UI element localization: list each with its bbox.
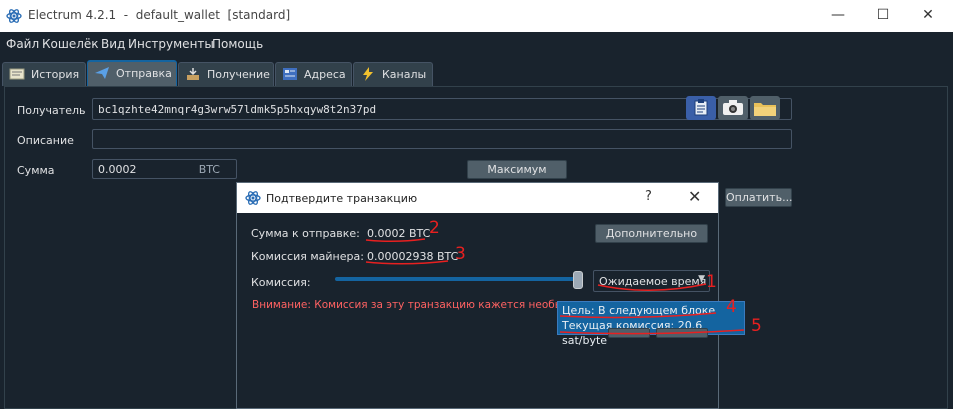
max-button[interactable]: Максимум (467, 160, 567, 179)
receive-icon (187, 68, 199, 80)
camera-icon (723, 100, 743, 115)
lightning-icon (363, 67, 373, 81)
miner-fee-label: Комиссия майнера: (251, 250, 364, 263)
folder-button[interactable] (750, 96, 780, 120)
dialog-help-button[interactable]: ? (645, 189, 652, 204)
recipient-label: Получатель (17, 104, 86, 117)
menu-bar: Файл Кошелёк Вид Инструменты Помощь (0, 32, 953, 56)
history-icon (9, 68, 25, 80)
amount-label: Сумма (17, 164, 55, 177)
menu-wallet[interactable]: Кошелёк (42, 37, 99, 51)
high-fee-warning: Внимание: Комиссия за эту транзакцию каж… (252, 299, 557, 311)
dialog-titlebar: Подтвердите транзакцию ? ✕ (237, 183, 718, 213)
chevron-down-icon: ▼ (698, 274, 705, 284)
amount-unit: BTC (198, 163, 220, 176)
amount-value: 0.0002 (98, 163, 137, 176)
paste-icon (694, 99, 708, 116)
advanced-button[interactable]: Дополнительно (595, 224, 708, 243)
annotation-3: 3 (455, 244, 466, 264)
annotation-2: 2 (429, 218, 440, 238)
tooltip-current-fee: Текущая комиссия: 20.6 sat/byte (562, 319, 703, 347)
electrum-logo-icon (245, 191, 261, 205)
fee-mode-dropdown[interactable]: Ожидаемое время ▼ (593, 270, 710, 292)
menu-file[interactable]: Файл (6, 37, 39, 51)
tooltip-target: Цель: В следующем блоке (562, 304, 716, 317)
description-input[interactable] (92, 129, 792, 149)
fee-mode-value: Ожидаемое время (599, 275, 707, 288)
addresses-icon (283, 68, 297, 80)
tab-send[interactable]: Отправка (87, 60, 177, 86)
dialog-cancel-button[interactable] (608, 328, 650, 338)
tab-history[interactable]: История (2, 62, 86, 86)
annotation-5: 5 (751, 316, 762, 336)
send-amount-value: 0.0002 BTC (367, 227, 431, 240)
fee-slider-track[interactable] (335, 277, 580, 281)
camera-button[interactable] (718, 96, 748, 120)
tab-addresses[interactable]: Адреса (275, 62, 352, 86)
tab-bar: История Отправка Получение Адреса Каналы (0, 60, 953, 86)
dialog-ok-button[interactable] (656, 328, 708, 338)
fee-label: Комиссия: (251, 276, 311, 289)
minimize-button[interactable]: — (815, 0, 861, 32)
close-button[interactable]: ✕ (905, 0, 951, 32)
send-icon (95, 67, 109, 79)
menu-tools[interactable]: Инструменты (128, 37, 214, 51)
maximize-button[interactable]: ☐ (860, 0, 906, 32)
dialog-title: Подтвердите транзакцию (266, 192, 418, 205)
menu-help[interactable]: Помощь (212, 37, 263, 51)
window-title: Electrum 4.2.1 - default_wallet [standar… (28, 8, 291, 22)
window-titlebar: Electrum 4.2.1 - default_wallet [standar… (0, 0, 953, 32)
pay-button[interactable]: Оплатить... (725, 188, 793, 207)
miner-fee-value: 0.00002938 BTC (367, 250, 459, 263)
dialog-close-button[interactable]: ✕ (688, 187, 701, 206)
fee-slider-handle[interactable] (573, 271, 583, 289)
amount-input[interactable]: 0.0002 BTC (92, 159, 237, 179)
electrum-logo-icon (6, 9, 22, 23)
description-label: Описание (17, 134, 74, 147)
annotation-4: 4 (726, 297, 737, 317)
send-amount-label: Сумма к отправке: (251, 227, 360, 240)
tab-channels[interactable]: Каналы (353, 62, 433, 86)
fee-tooltip: Цель: В следующем блоке Текущая комиссия… (557, 301, 745, 347)
menu-view[interactable]: Вид (101, 37, 125, 51)
paste-button[interactable] (686, 96, 716, 120)
annotation-1: 1 (706, 272, 717, 292)
folder-icon (754, 103, 776, 116)
tab-receive[interactable]: Получение (178, 62, 274, 86)
confirm-transaction-dialog: Подтвердите транзакцию ? ✕ (236, 182, 719, 409)
